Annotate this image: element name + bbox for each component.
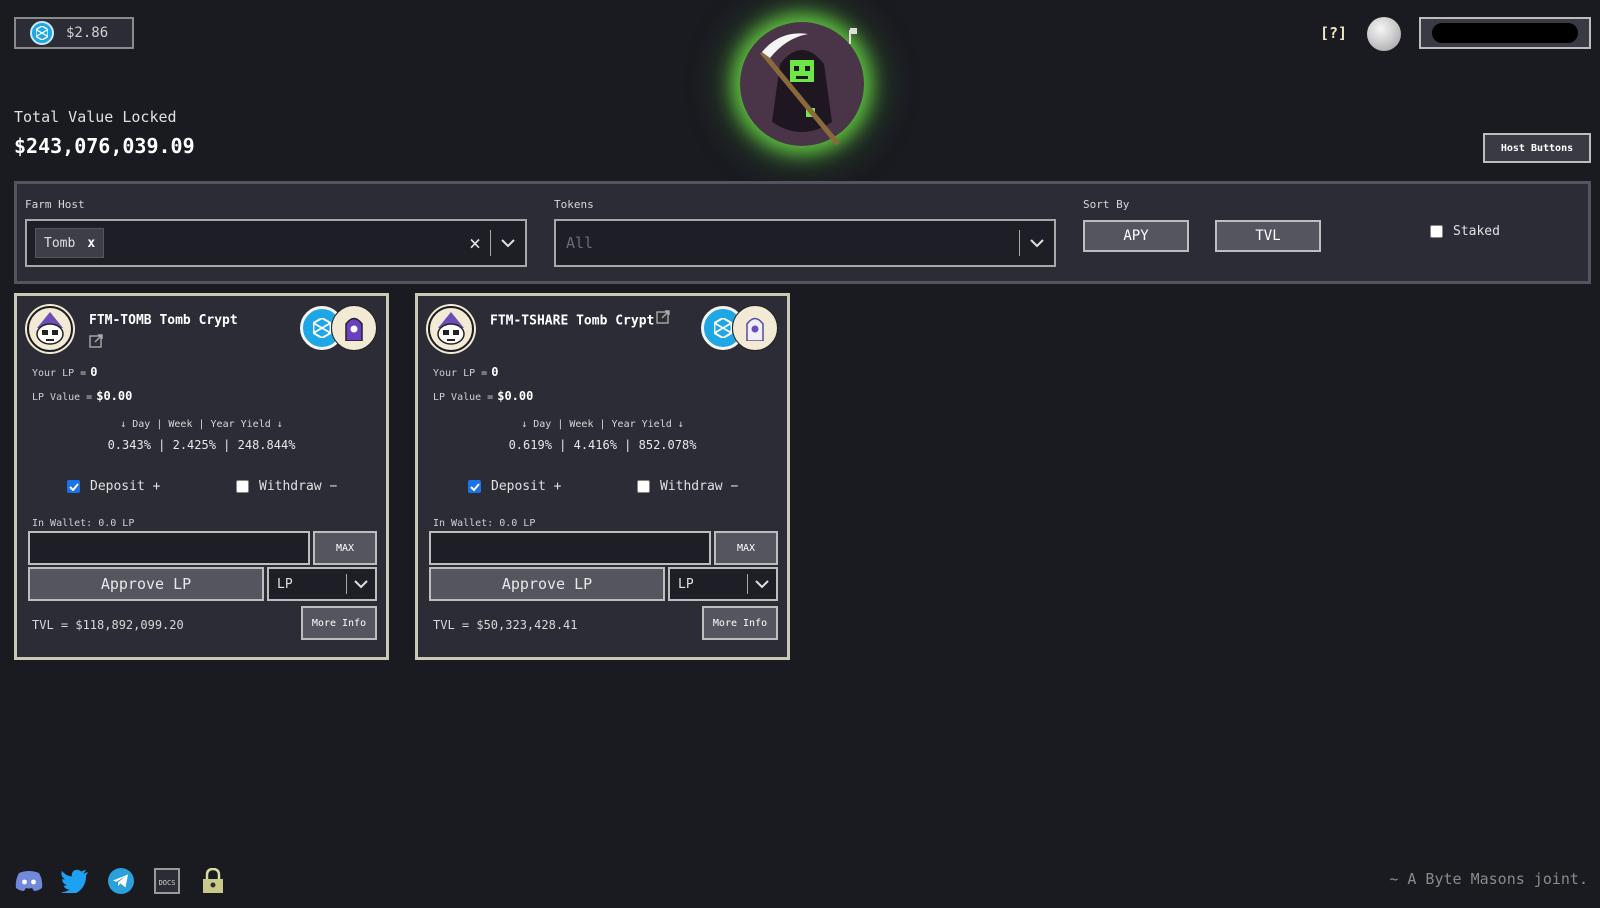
deposit-checkbox[interactable] — [67, 480, 80, 493]
host-buttons-button[interactable]: Host Buttons — [1483, 133, 1591, 163]
lp-value: LP Value = $0.00 — [32, 389, 133, 403]
chevron-down-icon[interactable] — [1020, 238, 1054, 248]
grim-reaper-icon — [760, 28, 857, 146]
twitter-icon[interactable] — [60, 866, 90, 896]
deposit-label: Deposit + — [90, 479, 161, 494]
clear-icon[interactable]: × — [460, 231, 490, 255]
farm-title-text: FTM-TSHARE Tomb Crypt — [490, 313, 655, 329]
in-wallet: In Wallet: 0.0 LP — [32, 518, 135, 529]
lp-value: LP Value = $0.00 — [433, 389, 534, 403]
deposit-checkbox[interactable] — [468, 480, 481, 493]
farm-card: FTM-TSHARE Tomb Crypt Your LP = 0 LP Valu… — [415, 293, 790, 660]
docs-text: DOCS — [159, 879, 176, 887]
sort-by-label: Sort By — [1083, 198, 1130, 211]
farm-host-label: Farm Host — [25, 198, 85, 211]
help-link[interactable]: [?] — [1320, 24, 1347, 42]
withdraw-checkbox[interactable] — [637, 480, 650, 493]
lp-select-value: LP — [678, 576, 694, 592]
chevron-down-icon[interactable] — [347, 579, 375, 589]
lp-select-value: LP — [277, 576, 293, 592]
tomb-host-avatar-icon — [27, 306, 73, 352]
tagline: ~ A Byte Masons joint. — [1389, 870, 1588, 888]
tokens-placeholder: All — [566, 234, 594, 252]
farm-host-select[interactable]: Tomb x × — [25, 219, 527, 267]
lock-icon[interactable] — [198, 866, 228, 896]
external-link-icon[interactable] — [89, 333, 103, 357]
staked-toggle[interactable]: Staked — [1430, 224, 1500, 239]
redacted-wallet-address — [1432, 23, 1578, 43]
farm-host-chip-label: Tomb — [44, 235, 76, 251]
tomb-host-avatar-icon — [428, 306, 474, 352]
amount-input[interactable] — [429, 531, 711, 565]
deposit-withdraw-row: Deposit + Withdraw − — [17, 479, 386, 499]
more-info-button[interactable]: More Info — [702, 606, 778, 640]
tomb-gravestone-icon — [332, 306, 376, 350]
deposit-toggle[interactable]: Deposit + — [67, 479, 160, 494]
withdraw-label: Withdraw − — [259, 479, 338, 494]
farm-card: FTM-TOMB Tomb Crypt Your LP = 0 LP Value … — [14, 293, 389, 660]
withdraw-toggle[interactable]: Withdraw − — [637, 479, 738, 494]
sort-tvl-button[interactable]: TVL — [1215, 220, 1321, 252]
farm-tvl: TVL = $118,892,099.20 — [32, 618, 184, 632]
filter-bar: Farm Host Tomb x × Tokens All Sort By AP… — [14, 181, 1591, 284]
reaper-logo — [740, 22, 870, 152]
yield-values: 0.619% | 4.416% | 852.078% — [508, 438, 697, 452]
lp-select[interactable]: LP — [668, 567, 778, 601]
theme-moon-icon[interactable] — [1367, 17, 1401, 51]
approve-lp-button[interactable]: Approve LP — [429, 567, 665, 601]
tokens-label: Tokens — [554, 198, 594, 211]
chip-remove-icon[interactable]: x — [87, 236, 95, 251]
external-link-icon[interactable] — [656, 309, 671, 333]
withdraw-checkbox[interactable] — [236, 480, 249, 493]
deposit-withdraw-row: Deposit + Withdraw − — [418, 479, 787, 499]
farm-tvl: TVL = $50,323,428.41 — [433, 618, 578, 632]
chevron-down-icon[interactable] — [491, 238, 525, 248]
telegram-icon[interactable] — [106, 866, 136, 896]
amount-input[interactable] — [28, 531, 310, 565]
tokens-select[interactable]: All — [554, 219, 1056, 267]
chevron-down-icon[interactable] — [748, 579, 776, 589]
farm-title: FTM-TOMB Tomb Crypt — [89, 309, 279, 358]
farm-title: FTM-TSHARE Tomb Crypt — [490, 309, 680, 334]
social-links: DOCS — [14, 866, 228, 896]
tshare-gravestone-icon — [733, 306, 777, 350]
staked-label: Staked — [1453, 224, 1500, 239]
more-info-button[interactable]: More Info — [301, 606, 377, 640]
deposit-toggle[interactable]: Deposit + — [468, 479, 561, 494]
fantom-icon — [30, 21, 54, 45]
deposit-label: Deposit + — [491, 479, 562, 494]
max-button[interactable]: MAX — [313, 531, 377, 565]
lp-select[interactable]: LP — [267, 567, 377, 601]
withdraw-toggle[interactable]: Withdraw − — [236, 479, 337, 494]
yield-header: ↓ Day | Week | Year Yield ↓ — [521, 419, 684, 430]
yield-header: ↓ Day | Week | Year Yield ↓ — [120, 419, 283, 430]
ftm-price: $2.86 — [66, 25, 109, 41]
approve-lp-button[interactable]: Approve LP — [28, 567, 264, 601]
your-lp: Your LP = 0 — [32, 365, 98, 379]
docs-icon[interactable]: DOCS — [152, 866, 182, 896]
withdraw-label: Withdraw − — [660, 479, 739, 494]
ftm-price-badge: $2.86 — [14, 17, 134, 49]
max-button[interactable]: MAX — [714, 531, 778, 565]
farm-title-text: FTM-TOMB Tomb Crypt — [89, 313, 238, 328]
discord-icon[interactable] — [14, 866, 44, 896]
yield-values: 0.343% | 2.425% | 248.844% — [107, 438, 296, 452]
token-pair — [701, 306, 777, 352]
tvl-value: $243,076,039.09 — [14, 134, 195, 158]
sort-apy-button[interactable]: APY — [1083, 220, 1189, 252]
staked-checkbox[interactable] — [1430, 225, 1443, 238]
in-wallet: In Wallet: 0.0 LP — [433, 518, 536, 529]
token-pair — [300, 306, 376, 352]
your-lp: Your LP = 0 — [433, 365, 499, 379]
farm-host-chip: Tomb x — [35, 228, 105, 258]
wallet-address-button[interactable] — [1419, 17, 1591, 49]
tvl-label: Total Value Locked — [14, 108, 177, 126]
